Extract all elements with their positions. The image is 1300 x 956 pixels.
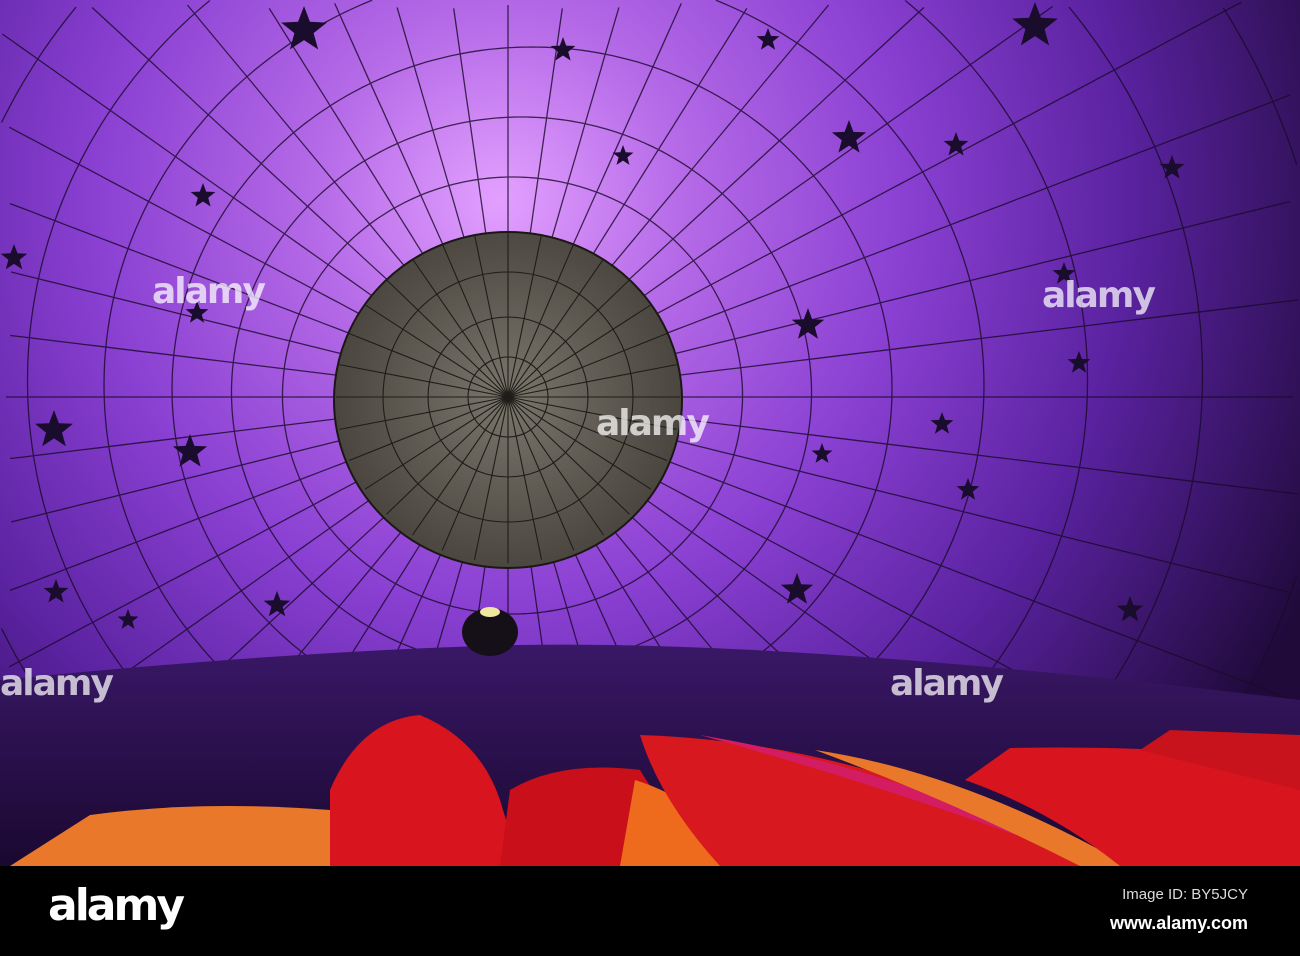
watermark: alamy [596,403,710,444]
image-id: Image ID: BY5JCY [1122,886,1248,903]
watermark: alamy [0,663,114,704]
site-url[interactable]: www.alamy.com [1110,912,1248,934]
parachute-valve [333,231,683,569]
watermark: alamy [890,663,1004,704]
alamy-logo: alamy [48,880,185,931]
watermark: alamy [152,271,266,312]
footer-bar: alamy Image ID: BY5JCY www.alamy.com [0,866,1300,956]
watermark: alamy [1042,275,1156,316]
stock-photo: alamy alamy alamy alamy alamy alamy Imag… [0,0,1300,956]
burner-flame [480,607,500,617]
